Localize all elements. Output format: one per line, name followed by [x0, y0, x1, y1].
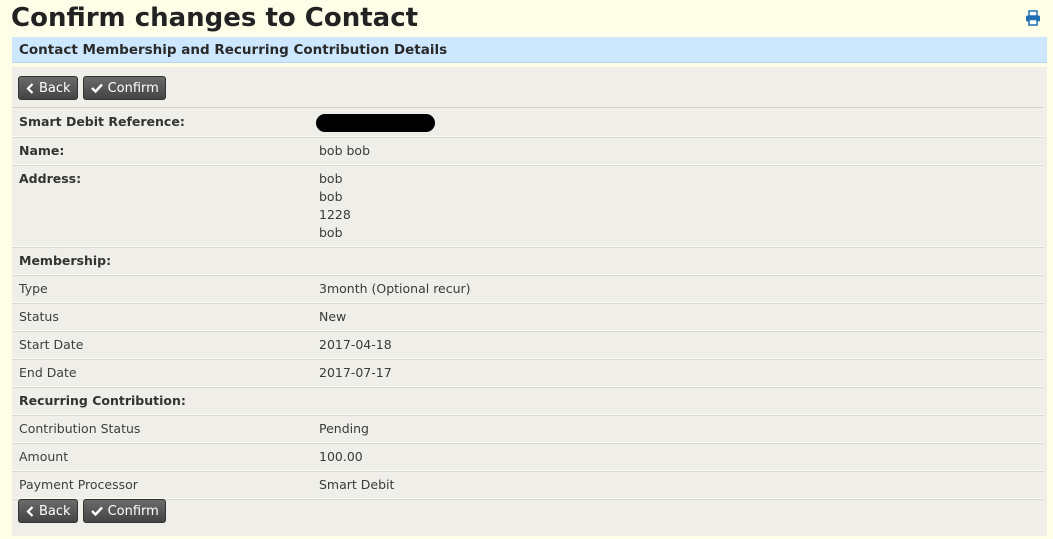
redaction-mark	[316, 113, 435, 132]
start-date-label: Start Date	[19, 336, 84, 352]
check-icon	[90, 83, 103, 93]
table-row: Membership:	[12, 247, 1043, 276]
confirm-button[interactable]: Confirm	[82, 76, 166, 100]
type-value: 3month (Optional recur)	[319, 280, 471, 296]
check-icon	[90, 506, 103, 516]
table-row: Address: bob bob 1228 bob	[12, 165, 1043, 248]
table-row: End Date 2017-07-17	[12, 359, 1043, 388]
table-row: Payment Processor Smart Debit	[12, 471, 1043, 500]
table-row: Type 3month (Optional recur)	[12, 275, 1043, 304]
chevron-left-icon	[26, 82, 34, 94]
type-label: Type	[19, 280, 48, 296]
back-button-label: Back	[39, 503, 71, 519]
details-table: Smart Debit Reference: Name: bob bob Add…	[12, 107, 1043, 500]
bottom-button-bar: Back Confirm	[18, 499, 166, 525]
name-label: Name:	[19, 142, 65, 158]
section-header: Contact Membership and Recurring Contrib…	[12, 37, 1047, 63]
confirm-button-label: Confirm	[107, 503, 159, 519]
back-button[interactable]: Back	[18, 499, 78, 523]
membership-label: Membership:	[19, 252, 112, 268]
end-date-value: 2017-07-17	[319, 364, 392, 380]
print-icon[interactable]	[1025, 10, 1041, 26]
chevron-left-icon	[26, 505, 34, 517]
table-row: Contribution Status Pending	[12, 415, 1043, 444]
address-label: Address:	[19, 170, 82, 186]
address-line: bob	[319, 224, 343, 240]
table-row: Smart Debit Reference:	[12, 108, 1043, 137]
top-button-bar: Back Confirm	[18, 76, 166, 102]
address-value: bob bob 1228 bob	[319, 165, 1043, 246]
table-row: Start Date 2017-04-18	[12, 331, 1043, 360]
address-line: bob	[319, 170, 343, 186]
table-row: Amount 100.00	[12, 443, 1043, 472]
table-row: Recurring Contribution:	[12, 387, 1043, 416]
amount-label: Amount	[19, 448, 69, 464]
smart-debit-reference-label: Smart Debit Reference:	[19, 114, 185, 129]
address-line: bob	[319, 188, 343, 204]
address-line: 1228	[319, 206, 351, 222]
contribution-status-value: Pending	[319, 420, 369, 436]
back-button[interactable]: Back	[18, 76, 78, 100]
contribution-status-label: Contribution Status	[19, 420, 141, 436]
payment-processor-value: Smart Debit	[319, 476, 395, 492]
confirm-button[interactable]: Confirm	[82, 499, 166, 523]
status-label: Status	[19, 308, 59, 324]
name-value: bob bob	[319, 142, 371, 158]
amount-value: 100.00	[319, 448, 363, 464]
status-value: New	[319, 308, 347, 324]
smart-debit-reference-value	[316, 108, 1043, 136]
start-date-value: 2017-04-18	[319, 336, 392, 352]
recurring-contribution-label: Recurring Contribution:	[19, 392, 186, 408]
end-date-label: End Date	[19, 364, 77, 380]
table-row: Status New	[12, 303, 1043, 332]
page-title: Confirm changes to Contact	[11, 3, 419, 33]
table-row: Name: bob bob	[12, 137, 1043, 166]
payment-processor-label: Payment Processor	[19, 476, 138, 492]
confirm-button-label: Confirm	[107, 80, 159, 96]
details-panel: Back Confirm Smart Debit Reference: Name…	[12, 67, 1047, 536]
back-button-label: Back	[39, 80, 71, 96]
